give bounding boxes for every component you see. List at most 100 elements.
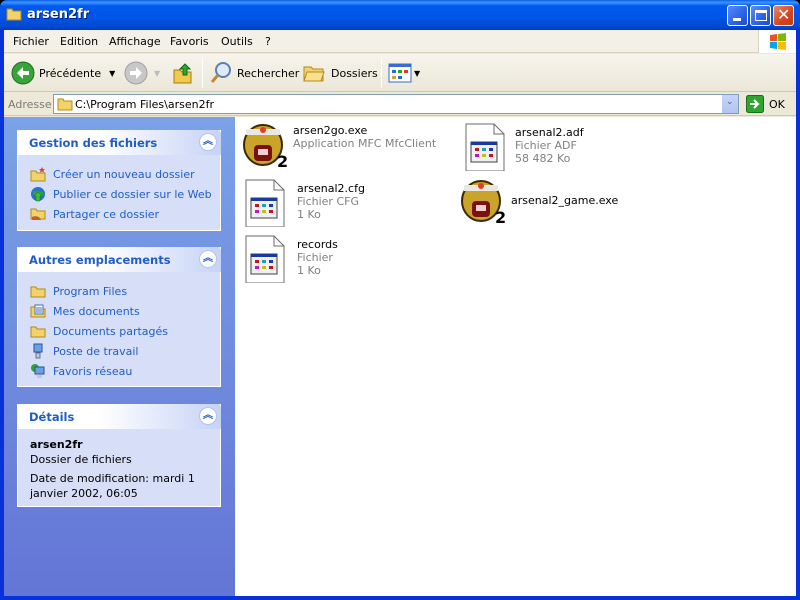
window-bottom-border [0,596,800,600]
place-shared-documents[interactable]: Documents partagés [30,321,220,341]
place-program-files[interactable]: Program Files [30,281,220,301]
task-share-folder-label: Partager ce dossier [53,207,160,221]
arsenal-app-icon: 2 [241,121,289,171]
file-type: Fichier [297,251,333,264]
collapse-chevron-icon[interactable]: ︽ [199,250,217,268]
my-computer-icon [33,343,43,359]
views-icon [388,63,412,83]
file-size: 1 Ko [297,264,321,277]
arsenal-app-icon: 2 [459,177,507,227]
back-button[interactable]: Précédente ▼ [11,59,115,87]
minimize-button[interactable] [727,5,748,26]
task-pane: Gestion des fichiers ︽ Créer un nouveau … [4,117,235,596]
file-item[interactable]: arsenal2.adf Fichier ADF 58 482 Ko [463,123,584,175]
menu-edition[interactable]: Edition [60,35,98,48]
task-new-folder-label: Créer un nouveau dossier [53,167,195,181]
menu-help[interactable]: ? [265,35,271,48]
up-folder-button[interactable] [172,59,194,87]
place-network-label: Favoris réseau [53,364,133,378]
place-my-documents[interactable]: Mes documents [30,301,220,321]
menu-fichier[interactable]: Fichier [13,35,49,48]
views-button[interactable]: ▼ [388,59,420,87]
address-dropdown-button[interactable]: ⌄ [721,95,738,113]
title-bar[interactable]: arsen2fr ✕ [0,0,800,30]
address-value: C:\Program Files\arsen2fr [75,98,214,111]
file-size: 58 482 Ko [515,152,571,165]
back-dropdown-icon[interactable]: ▼ [109,69,115,78]
file-item[interactable]: records Fichier 1 Ko [245,235,338,287]
other-places-title: Autres emplacements [29,253,171,267]
search-button[interactable]: Rechercher [209,59,299,87]
go-label: OK [769,98,785,111]
file-tasks-title: Gestion des fichiers [29,136,158,150]
chevron-down-icon: ⌄ [726,97,734,107]
file-name: arsen2go.exe [293,124,368,137]
details-type: Dossier de fichiers [30,453,132,466]
task-share-folder[interactable]: Partager ce dossier [30,204,220,224]
toolbar-separator [202,58,203,88]
explorer-window: arsen2fr ✕ Fichier Edition Affichage Fav… [0,0,800,600]
close-icon: ✕ [777,5,791,24]
folders-button[interactable]: Dossiers [302,59,378,87]
back-label: Précédente [39,66,102,80]
file-name: arsenal2.adf [515,126,584,139]
file-type: Fichier ADF [515,139,577,152]
details-title: Détails [29,410,75,424]
menu-outils[interactable]: Outils [221,35,253,48]
window-title: arsen2fr [27,7,90,22]
windows-logo [758,30,796,53]
close-button[interactable]: ✕ [773,5,794,26]
file-size: 1 Ko [297,208,321,221]
task-new-folder[interactable]: Créer un nouveau dossier [30,164,220,184]
toolbar-separator [381,58,382,88]
file-name: arsenal2_game.exe [511,194,619,207]
generic-file-icon [463,123,511,172]
place-shared-documents-label: Documents partagés [53,324,168,338]
menu-favoris[interactable]: Favoris [170,35,209,48]
forward-arrow-icon [124,61,148,85]
file-type: Application MFC MfcClient [293,137,437,150]
go-arrow-icon [746,95,764,113]
file-name: records [297,238,338,251]
network-places-icon [31,364,45,378]
task-publish-web[interactable]: Publier ce dossier sur le Web [30,184,220,204]
file-tasks-header[interactable]: Gestion des fichiers ︽ [17,130,221,155]
place-program-files-label: Program Files [53,284,128,298]
share-folder-icon [30,208,46,220]
folder-icon [30,286,46,298]
file-item[interactable]: 2 arsen2go.exe Application MFC MfcClient [241,121,436,173]
place-my-documents-label: Mes documents [53,304,140,318]
menu-bar: Fichier Edition Affichage Favoris Outils… [4,30,796,53]
publish-web-icon [31,187,45,202]
back-arrow-icon [11,61,35,85]
address-bar: Adresse C:\Program Files\arsen2fr ⌄ OK [4,93,796,116]
folders-icon [303,66,325,82]
file-item[interactable]: arsenal2.cfg Fichier CFG 1 Ko [245,179,365,231]
address-input[interactable]: C:\Program Files\arsen2fr ⌄ [53,94,739,114]
collapse-chevron-icon[interactable]: ︽ [199,133,217,151]
up-folder-icon [173,63,192,84]
folder-icon [57,98,73,111]
place-my-computer-label: Poste de travail [53,344,139,358]
forward-button[interactable]: ▼ [124,59,160,87]
new-folder-icon [30,167,46,182]
other-places-header[interactable]: Autres emplacements ︽ [17,247,221,272]
details-header[interactable]: Détails ︽ [17,404,221,429]
collapse-chevron-icon[interactable]: ︽ [199,407,217,425]
place-my-computer[interactable]: Poste de travail [30,341,220,361]
go-button[interactable]: OK [744,94,794,114]
task-publish-web-label: Publier ce dossier sur le Web [53,187,212,201]
generic-file-icon [245,179,293,228]
my-documents-icon [30,304,46,318]
file-item[interactable]: 2 arsenal2_game.exe [459,177,618,229]
file-type: Fichier CFG [297,195,359,208]
details-name: arsen2fr [30,438,83,451]
svg-text:2: 2 [277,152,288,169]
forward-dropdown-icon: ▼ [154,68,161,78]
folder-icon [6,8,22,21]
maximize-button[interactable] [750,5,771,26]
menu-affichage[interactable]: Affichage [109,35,161,48]
svg-text:2: 2 [495,208,506,225]
place-network[interactable]: Favoris réseau [30,361,220,381]
folder-icon [30,326,46,338]
